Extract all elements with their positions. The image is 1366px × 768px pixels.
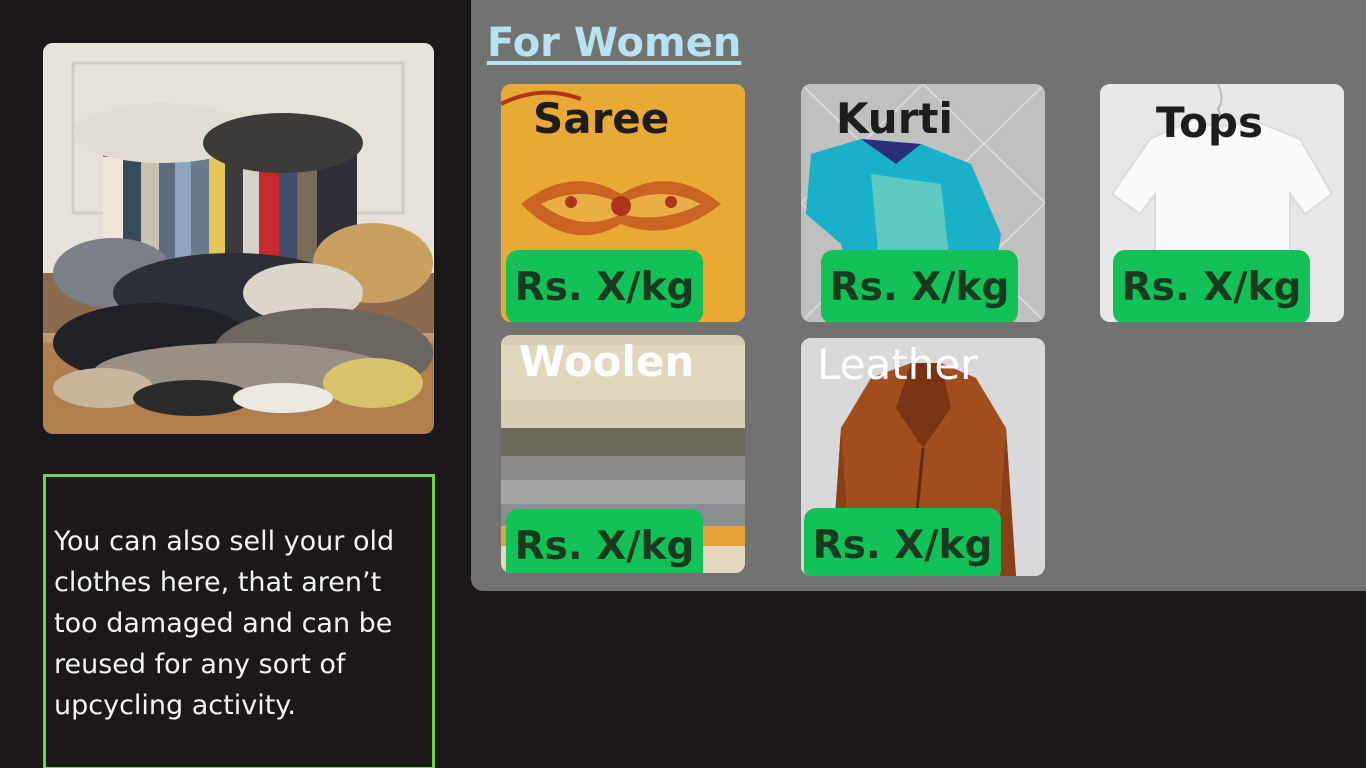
product-card-kurti[interactable]: Kurti Rs. X/kg (801, 84, 1045, 322)
product-card-saree[interactable]: Saree Rs. X/kg (501, 84, 745, 322)
product-card-woolen[interactable]: Woolen Rs. X/kg (501, 335, 745, 573)
info-text: You can also sell your old clothes here,… (54, 526, 395, 721)
clothes-pile-image (43, 43, 434, 434)
product-name: Kurti (836, 94, 953, 143)
section-title-link[interactable]: For Women (487, 20, 741, 66)
price-button[interactable]: Rs. X/kg (821, 250, 1018, 322)
product-name: Saree (533, 94, 670, 143)
product-name: Tops (1156, 98, 1263, 147)
price-button[interactable]: Rs. X/kg (506, 509, 703, 573)
info-box: You can also sell your old clothes here,… (43, 474, 435, 768)
product-card-leather[interactable]: Leather Rs. X/kg (801, 338, 1045, 576)
page-root: You can also sell your old clothes here,… (0, 0, 1366, 768)
product-name: Woolen (519, 337, 695, 386)
product-name: Leather (817, 340, 978, 389)
price-button[interactable]: Rs. X/kg (1113, 250, 1310, 322)
price-button[interactable]: Rs. X/kg (506, 250, 703, 322)
price-button[interactable]: Rs. X/kg (804, 508, 1001, 576)
product-card-tops[interactable]: Tops Rs. X/kg (1100, 84, 1344, 322)
